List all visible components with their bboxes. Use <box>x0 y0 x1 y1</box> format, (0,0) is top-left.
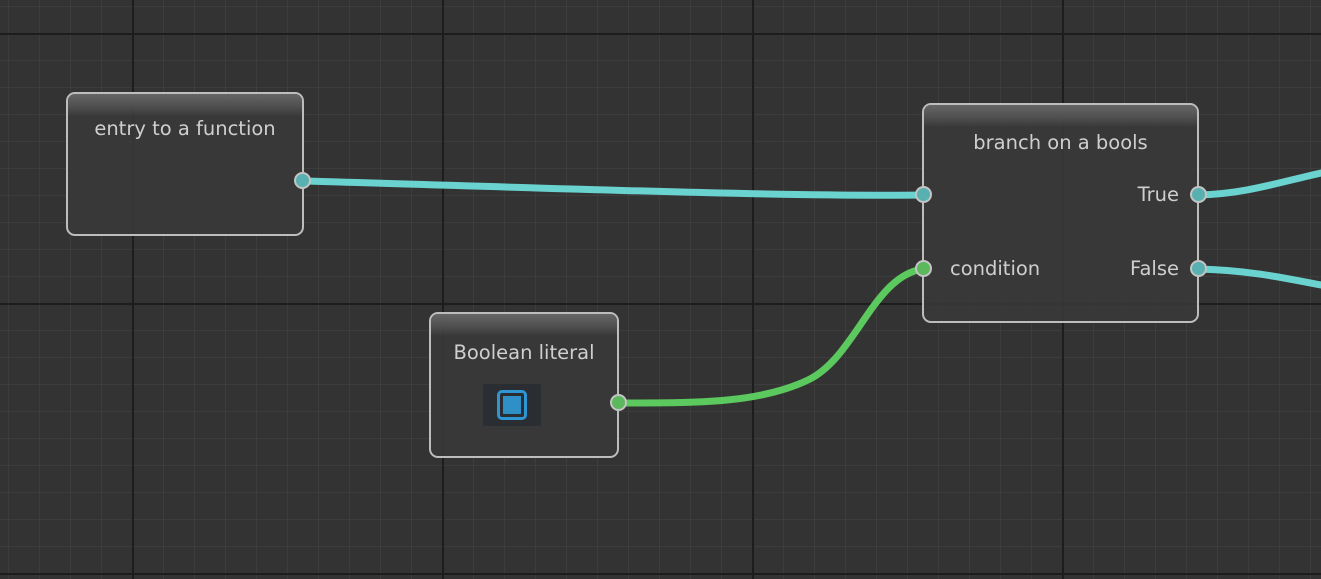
boolean-widget-panel <box>483 384 541 426</box>
wire-bool-to-condition[interactable] <box>615 265 927 407</box>
node-title-entry: entry to a function <box>94 117 276 140</box>
port-boolean-literal-value-out[interactable] <box>610 394 627 411</box>
checkbox-checked-icon <box>503 396 521 414</box>
wire-true-out[interactable] <box>1194 169 1321 199</box>
port-branch-true[interactable] <box>1190 186 1207 203</box>
node-entry-to-a-function[interactable]: entry to a function <box>66 92 304 236</box>
boolean-checkbox[interactable] <box>497 390 527 420</box>
port-entry-exec-out[interactable] <box>294 172 311 189</box>
port-label-true: True <box>1137 183 1179 206</box>
node-title-branch: branch on a bools <box>973 131 1148 154</box>
node-boolean-literal[interactable]: Boolean literal <box>429 312 619 458</box>
port-label-false: False <box>1130 257 1179 280</box>
node-header <box>68 94 302 116</box>
node-header <box>431 314 617 336</box>
node-branch-on-a-bools[interactable]: branch on a bools <box>922 103 1199 323</box>
node-title-boolean-literal: Boolean literal <box>453 341 595 364</box>
port-branch-false[interactable] <box>1190 260 1207 277</box>
port-label-condition: condition <box>950 257 1041 280</box>
node-header <box>924 105 1197 127</box>
port-branch-exec-in[interactable] <box>915 186 932 203</box>
node-graph-canvas[interactable]: entry to a function Boolean literal bran… <box>0 0 1321 579</box>
port-branch-condition[interactable] <box>915 260 932 277</box>
wire-false-out[interactable] <box>1194 265 1321 289</box>
wire-entry-to-branch[interactable] <box>299 177 927 199</box>
